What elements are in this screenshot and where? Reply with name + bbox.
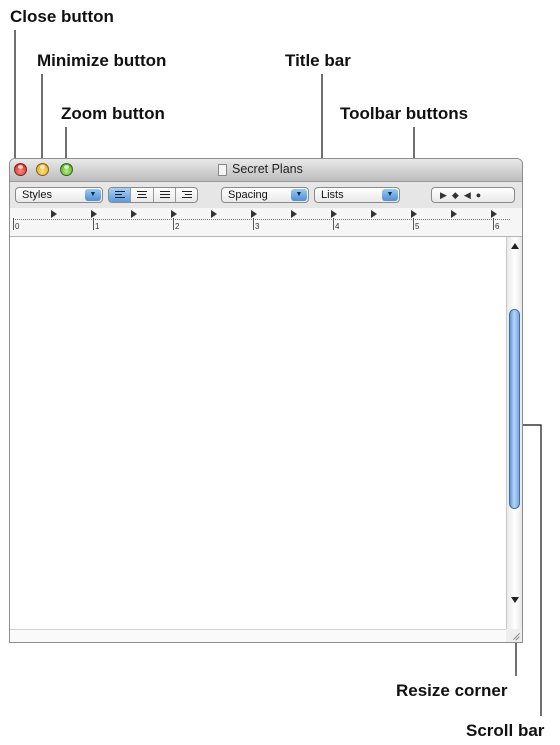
scroll-thumb[interactable] [509, 309, 520, 509]
tab-stop-marker[interactable] [451, 210, 457, 218]
lists-label: Lists [321, 189, 344, 201]
ruler-major-tick [493, 218, 494, 230]
ruler[interactable]: 0 1 2 3 4 5 6 [10, 208, 522, 237]
chevron-down-icon: ▼ [291, 189, 307, 201]
ruler-number: 3 [255, 222, 260, 231]
scroll-up-arrow-icon[interactable] [511, 243, 519, 249]
toolbar: Styles ▼ Spacing ▼ Lists ▼ ▶◆◀● [10, 182, 522, 208]
ruler-number: 2 [175, 222, 180, 231]
align-justify-button[interactable] [154, 188, 176, 202]
callout-close-button: Close button [10, 7, 114, 26]
document-icon [218, 164, 227, 176]
scroll-down-arrow-icon[interactable] [511, 597, 519, 603]
bottom-edge [10, 629, 506, 642]
document-window: Secret Plans Styles ▼ Spacing ▼ Lists ▼ … [9, 158, 523, 643]
callout-scroll-bar: Scroll bar [466, 721, 545, 740]
align-left-button[interactable] [109, 188, 132, 202]
vertical-scrollbar[interactable] [506, 237, 522, 629]
align-center-button[interactable] [131, 188, 154, 202]
styles-label: Styles [22, 189, 52, 201]
chevron-down-icon: ▼ [85, 189, 101, 201]
ruler-number: 6 [495, 222, 500, 231]
spacing-label: Spacing [228, 189, 268, 201]
ruler-number: 1 [95, 222, 100, 231]
tab-stop-marker[interactable] [371, 210, 377, 218]
minimize-icon[interactable] [36, 163, 49, 176]
ruler-number: 4 [335, 222, 340, 231]
callout-minimize-button: Minimize button [37, 51, 167, 70]
callout-title-bar: Title bar [285, 51, 351, 70]
document-text-area[interactable] [10, 237, 506, 629]
resize-corner[interactable] [506, 629, 522, 642]
spacing-popup[interactable]: Spacing ▼ [221, 187, 309, 203]
callout-zoom-button: Zoom button [61, 104, 165, 123]
styles-popup[interactable]: Styles ▼ [15, 187, 103, 203]
ruler-major-tick [13, 218, 14, 230]
tab-stop-marker[interactable] [411, 210, 417, 218]
tab-stop-marker[interactable] [211, 210, 217, 218]
ruler-major-tick [173, 218, 174, 230]
ruler-major-tick [413, 218, 414, 230]
lists-popup[interactable]: Lists ▼ [314, 187, 400, 203]
window-title: Secret Plans [232, 162, 303, 176]
alignment-segmented-control [108, 187, 198, 203]
callout-toolbar-buttons: Toolbar buttons [340, 104, 469, 123]
align-right-button[interactable] [176, 188, 197, 202]
tab-stop-marker[interactable] [91, 210, 97, 218]
ruler-major-tick [93, 218, 94, 230]
tab-stop-buttons[interactable]: ▶◆◀● [431, 187, 515, 203]
tab-stop-marker[interactable] [491, 210, 497, 218]
chevron-down-icon: ▼ [382, 189, 398, 201]
close-icon[interactable] [14, 163, 27, 176]
title-bar[interactable]: Secret Plans [10, 159, 522, 182]
ruler-number: 5 [415, 222, 420, 231]
zoom-icon[interactable] [60, 163, 73, 176]
tab-stop-marker[interactable] [251, 210, 257, 218]
tab-stop-marker[interactable] [291, 210, 297, 218]
tab-stop-marker[interactable] [51, 210, 57, 218]
tab-stop-marker[interactable] [171, 210, 177, 218]
tab-stop-marker[interactable] [131, 210, 137, 218]
ruler-major-tick [253, 218, 254, 230]
ruler-number: 0 [15, 222, 20, 231]
ruler-major-tick [333, 218, 334, 230]
tab-stop-marker[interactable] [331, 210, 337, 218]
callout-resize-corner: Resize corner [396, 681, 508, 700]
